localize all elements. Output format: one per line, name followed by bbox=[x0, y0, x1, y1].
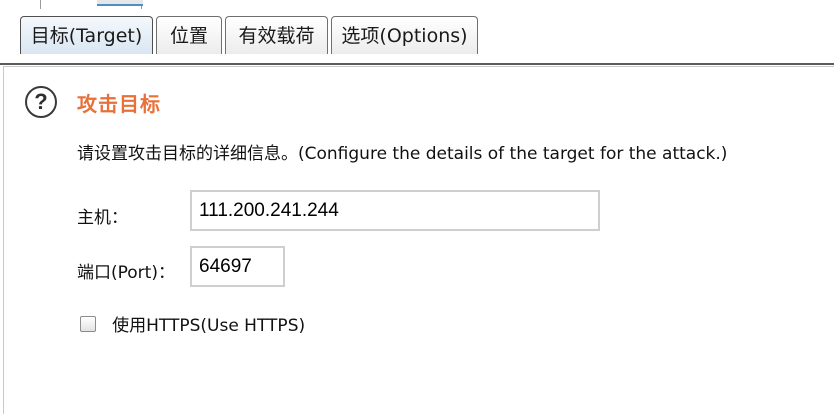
intruder-target-window: 目标(Target) 位置 有效载荷 选项(Options) ? 攻击目标 请设… bbox=[0, 0, 834, 414]
help-icon[interactable]: ? bbox=[25, 86, 57, 118]
port-label: 端口(Port)： bbox=[77, 263, 175, 283]
tab-payloads[interactable]: 有效载荷 bbox=[225, 16, 328, 54]
section-title: 攻击目标 bbox=[77, 92, 161, 116]
tab-bar-divider bbox=[0, 63, 834, 65]
host-label: 主机： bbox=[77, 208, 128, 228]
host-input[interactable] bbox=[190, 190, 600, 231]
target-panel: ? 攻击目标 请设置攻击目标的详细信息。(Configure the detai… bbox=[3, 66, 834, 414]
use-https-checkbox[interactable] bbox=[80, 315, 96, 332]
parent-tab-accent bbox=[97, 0, 143, 6]
section-description: 请设置攻击目标的详细信息。(Configure the details of t… bbox=[77, 144, 728, 164]
tab-positions[interactable]: 位置 bbox=[156, 16, 222, 54]
use-https-row[interactable]: 使用HTTPS(Use HTTPS) bbox=[80, 311, 305, 336]
tab-target[interactable]: 目标(Target) bbox=[20, 16, 153, 54]
tab-options[interactable]: 选项(Options) bbox=[331, 16, 478, 54]
tab-bar: 目标(Target) 位置 有效载荷 选项(Options) bbox=[0, 10, 834, 65]
use-https-label[interactable]: 使用HTTPS(Use HTTPS) bbox=[112, 311, 305, 336]
port-input[interactable] bbox=[190, 246, 285, 287]
